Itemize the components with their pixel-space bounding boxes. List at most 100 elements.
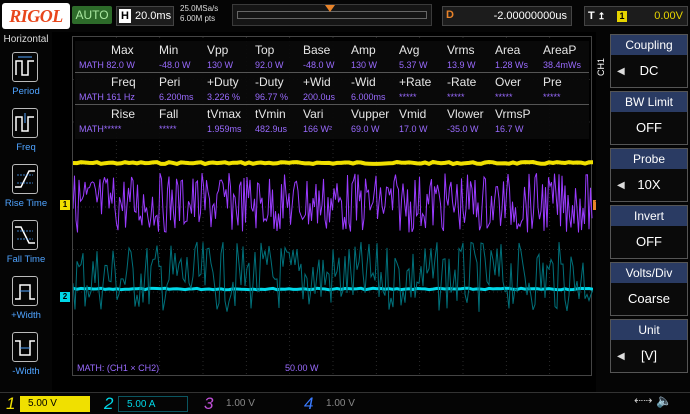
math-trace (73, 173, 593, 233)
measure-frequency-button[interactable]: Freq (4, 106, 48, 160)
memory-window (237, 11, 427, 19)
probe-button[interactable]: Probe ◀ 10X (610, 148, 688, 202)
bw-limit-title: BW Limit (611, 92, 687, 112)
ch1-offset-marker[interactable]: 1 (60, 200, 70, 210)
measure-cell: 482.9us (255, 124, 288, 134)
frequency-label: Freq (16, 142, 36, 153)
fall-time-label: Fall Time (6, 254, 46, 265)
measure-row2-values: MATH 161 Hz 6.200ms 3.226 % 96.77 % 200.0us 6… (75, 92, 589, 108)
measure-cell: ***** (543, 92, 561, 102)
ch2-offset-marker[interactable]: 2 (60, 292, 70, 302)
measure-cell: MATH***** (79, 124, 122, 134)
horizontal-measure-menu: Horizontal Period Freq Rise Time Fall Ti… (0, 32, 52, 392)
delay-box[interactable]: D -2.00000000us (442, 6, 572, 26)
measure-fall-time-button[interactable]: Fall Time (4, 218, 48, 272)
negative-width-label: -Width (12, 366, 40, 377)
measure-cell: MATH 161 Hz (79, 92, 135, 102)
measure-cell: VrmsP (495, 107, 531, 121)
measure-cell: +Rate (399, 75, 432, 89)
unit-value: [V] (641, 348, 657, 363)
invert-title: Invert (611, 206, 687, 226)
ch3-scale: 1.00 V (226, 398, 255, 409)
measure-cell: ***** (159, 124, 177, 134)
measure-positive-width-button[interactable]: +Width (4, 274, 48, 328)
speaker-icon[interactable]: 🔈 (656, 393, 672, 409)
coupling-button[interactable]: Coupling ◀ DC (610, 34, 688, 88)
measure-cell: Vari (303, 107, 324, 121)
frequency-icon (12, 108, 38, 138)
ch4-status[interactable]: 4 1.00 V (304, 395, 394, 413)
channel-status-bar: 1 5.00 V 2 5.00 A 3 1.00 V 4 1.00 V (0, 392, 690, 414)
measure-cell: 6.000ms (351, 92, 386, 102)
measure-cell: 69.0 W (351, 124, 380, 134)
ch1-status[interactable]: 1 5.00 V (6, 395, 96, 413)
period-label: Period (12, 86, 40, 97)
measure-cell: Pre (543, 75, 562, 89)
measure-cell: Vmid (399, 107, 427, 121)
negative-width-icon (12, 332, 38, 362)
measure-cell: -Rate (447, 75, 477, 89)
measure-rise-time-button[interactable]: Rise Time (4, 162, 48, 216)
measure-cell: Area (495, 43, 521, 57)
waveform-display[interactable]: Max Min Vpp Top Base Amp Avg Vrms Area AreaP MATH… (72, 36, 593, 377)
measure-cell: Vupper (351, 107, 390, 121)
measure-cell: Vpp (207, 43, 229, 57)
measure-row2-headers: Freq Peri +Duty -Duty +Wid -Wid +Rate -Rate Over… (75, 75, 589, 91)
measure-period-button[interactable]: Period (4, 50, 48, 104)
measure-cell: 3.226 % (207, 92, 241, 102)
ch1-number: 1 (6, 394, 16, 413)
trigger-position-icon (325, 5, 335, 12)
invert-value: OFF (636, 234, 662, 249)
measure-cell: Vlower (447, 107, 484, 121)
memory-position-bar (232, 4, 432, 26)
measure-cell: Fall (159, 107, 179, 121)
ch2-status[interactable]: 2 5.00 A (104, 395, 194, 413)
bw-limit-value: OFF (636, 120, 662, 135)
volts-div-button[interactable]: Volts/Div Coarse (610, 262, 688, 316)
measure-cell: Peri (159, 75, 181, 89)
measure-cell: 5.37 W (399, 60, 428, 70)
measure-negative-width-button[interactable]: -Width (4, 330, 48, 384)
ch1-scale: 5.00 V (20, 396, 90, 412)
measure-cell: -Duty (255, 75, 284, 89)
measure-cell: Min (159, 43, 179, 57)
measure-divider (75, 72, 589, 73)
measure-cell: +Duty (207, 75, 239, 89)
measure-divider (75, 104, 589, 105)
rise-time-label: Rise Time (4, 198, 48, 209)
bw-limit-button[interactable]: BW Limit OFF (610, 91, 688, 145)
measure-cell: 130 W (207, 60, 234, 70)
measure-cell: +Wid (303, 75, 331, 89)
measure-cell: ***** (495, 92, 513, 102)
measure-cell: Rise (111, 107, 136, 121)
unit-button[interactable]: Unit ◀ [V] (610, 319, 688, 373)
coupling-title: Coupling (611, 35, 687, 55)
ch4-number: 4 (304, 394, 314, 413)
channel-menu-title: CH1 (596, 58, 606, 77)
trigger-box[interactable]: T ↥ 1 0.00V (584, 6, 688, 26)
measure-cell: 17.0 W (399, 124, 428, 134)
delay-label: D (446, 9, 454, 21)
measure-cell: 16.7 W (495, 124, 524, 134)
math-scale-label: 50.00 W (285, 363, 319, 373)
trigger-source: 1 (617, 11, 627, 22)
measure-cell: 200.0us (303, 92, 336, 102)
measure-cell: 130 W (351, 60, 378, 70)
ch2-number: 2 (104, 394, 114, 413)
measurement-panel: Max Min Vpp Top Base Amp Avg Vrms Area AreaP MATH… (75, 41, 589, 139)
rigol-logo: RIGOL (2, 3, 70, 29)
invert-button[interactable]: Invert OFF (610, 205, 688, 259)
measure-cell: 38.4mWs (543, 60, 582, 70)
measure-cell: -35.0 W (447, 124, 479, 134)
measure-cell: Freq (111, 75, 136, 89)
measure-cell: -48.0 W (303, 60, 335, 70)
sample-rate: 25.0MSa/s (180, 4, 219, 13)
ch3-status[interactable]: 3 1.00 V (204, 395, 294, 413)
measure-row3-values: MATH***** ***** 1.959ms 482.9us 166 W² 69.0 W… (75, 124, 589, 140)
timebase-box[interactable]: H 20.0ms (116, 6, 174, 26)
volts-div-value: Coarse (628, 291, 670, 306)
volts-div-title: Volts/Div (611, 263, 687, 283)
measure-cell: Amp (351, 43, 376, 57)
ch1-trace (73, 159, 593, 167)
auto-mode-badge[interactable]: AUTO (72, 6, 112, 24)
